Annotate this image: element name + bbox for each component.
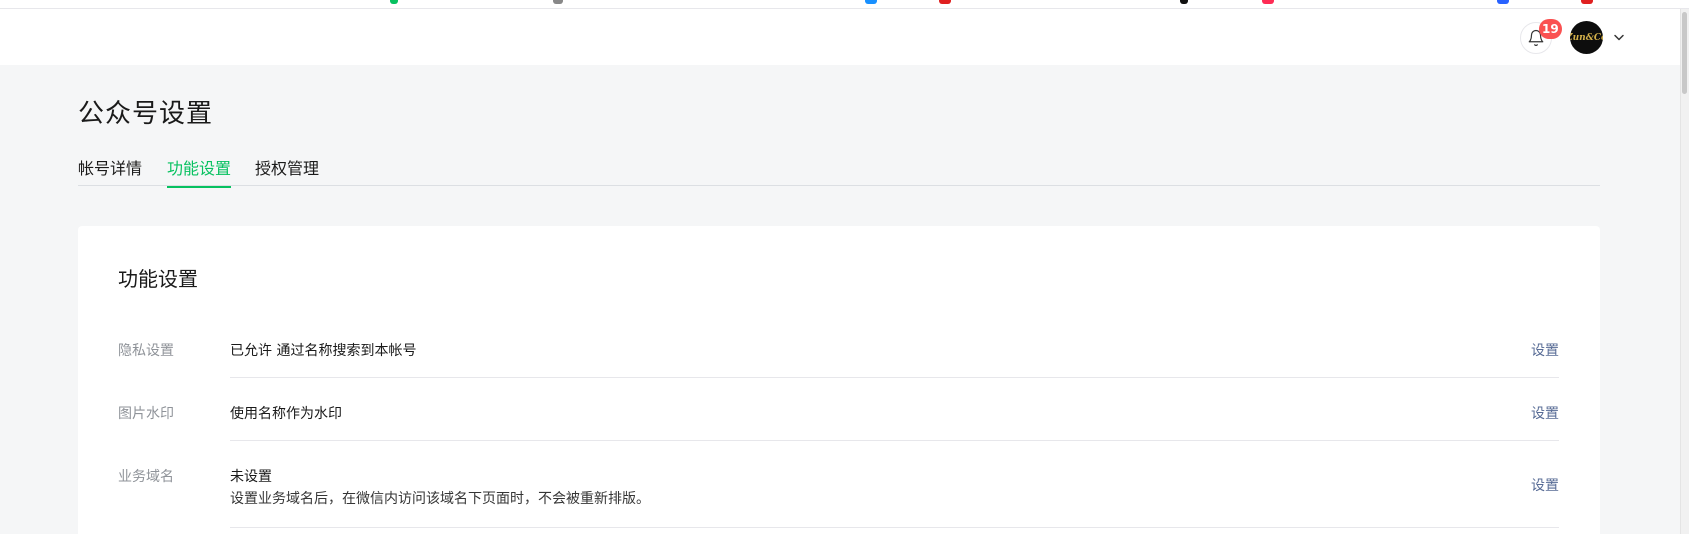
chevron-down-icon[interactable] (1612, 30, 1626, 44)
scrollbar-thumb[interactable] (1682, 12, 1687, 94)
row-value: 使用名称作为水印 (230, 406, 342, 422)
tab-account-details[interactable]: 帐号详情 (78, 155, 142, 188)
watermark-settings-link[interactable]: 设置 (1531, 403, 1559, 423)
row-label: 业务域名 (118, 469, 174, 485)
avatar[interactable]: Zun&Co (1570, 21, 1603, 54)
bookmark-icon[interactable] (1497, 0, 1509, 4)
row-value: 已允许 通过名称搜索到本帐号 (230, 343, 417, 359)
browser-bookmark-strip (0, 0, 1689, 9)
avatar-logo-text: Zun&Co (1570, 32, 1603, 43)
bookmark-icon[interactable] (390, 0, 398, 4)
bookmark-icon[interactable] (939, 0, 951, 4)
row-label: 图片水印 (118, 406, 174, 422)
row-divider (230, 377, 1559, 378)
business-domain-settings-link[interactable]: 设置 (1531, 475, 1559, 495)
setting-row-business-domain: 业务域名 未设置 设置业务域名后，在微信内访问该域名下页面时，不会被重新排版。 … (118, 466, 1559, 534)
privacy-settings-link[interactable]: 设置 (1531, 340, 1559, 360)
setting-row-watermark: 图片水印 使用名称作为水印 设置 (118, 403, 1559, 443)
row-description: 设置业务域名后，在微信内访问该域名下页面时，不会被重新排版。 (230, 491, 650, 507)
row-divider (230, 527, 1559, 528)
row-label: 隐私设置 (118, 343, 174, 359)
settings-tabs: 帐号详情 功能设置 授权管理 (78, 152, 1600, 188)
row-divider (230, 440, 1559, 441)
function-settings-card: 功能设置 隐私设置 已允许 通过名称搜索到本帐号 设置 图片水印 使用名称作为水… (78, 226, 1600, 534)
bookmark-icon[interactable] (1581, 0, 1593, 4)
bookmark-icon[interactable] (865, 0, 877, 4)
bookmark-icon[interactable] (1262, 0, 1274, 4)
row-value: 未设置 (230, 469, 272, 485)
top-header (0, 9, 1689, 65)
setting-row-privacy: 隐私设置 已允许 通过名称搜索到本帐号 设置 (118, 340, 1559, 380)
tab-authorization-management[interactable]: 授权管理 (255, 155, 319, 188)
card-title: 功能设置 (118, 267, 198, 291)
page-title: 公众号设置 (78, 99, 214, 129)
notification-badge: 19 (1539, 19, 1562, 39)
bookmark-icon[interactable] (1180, 0, 1188, 4)
tab-function-settings[interactable]: 功能设置 (167, 155, 232, 188)
bookmark-icon[interactable] (553, 0, 563, 4)
